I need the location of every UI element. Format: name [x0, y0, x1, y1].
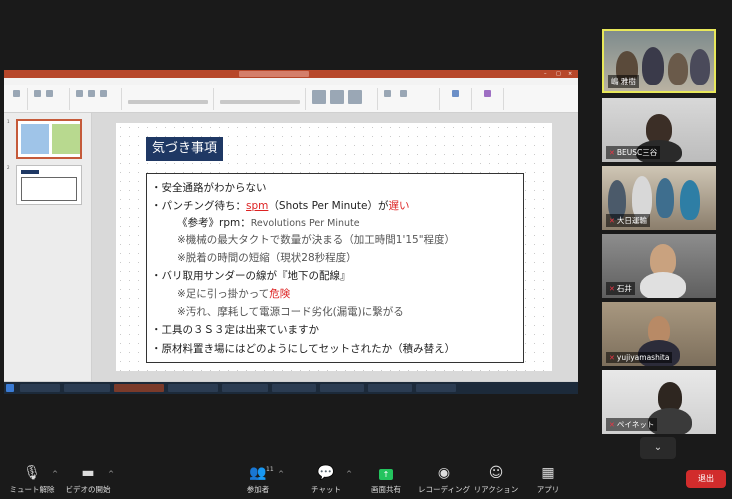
mic-muted-icon: ✕: [609, 421, 615, 429]
apps-icon: ▦: [541, 465, 555, 481]
taskbar-item[interactable]: [416, 384, 456, 392]
share-screen-icon: ↑: [379, 469, 393, 480]
ribbon-group: [30, 88, 70, 110]
ribbon: [4, 85, 578, 113]
participant-name: ✕ ペイネット: [606, 418, 658, 431]
smiley-icon: ☺: [488, 465, 504, 481]
taskbar-item[interactable]: [320, 384, 364, 392]
record-icon: ◉: [437, 465, 451, 481]
participant-name: ✕ 大日運輸: [606, 214, 650, 227]
chat-button[interactable]: 💬 チャット ^: [298, 464, 354, 495]
windows-taskbar: [4, 382, 578, 394]
slide-content-box: ・安全通路がわからない ・パンチング待ち：spm（Shots Per Minut…: [146, 173, 524, 363]
slow-highlight: 遅い: [388, 200, 410, 212]
mic-muted-icon: ✕: [609, 285, 615, 293]
record-button[interactable]: ◉ レコーディング: [416, 464, 472, 495]
ribbon-group: [380, 88, 440, 110]
spm-highlight: spm: [246, 200, 269, 212]
chevron-up-icon[interactable]: ^: [278, 470, 284, 478]
powerpoint-title-bar: – □ ×: [4, 70, 578, 78]
mic-muted-icon: ✕: [609, 354, 615, 362]
slide-line: ・安全通路がわからない: [151, 182, 267, 194]
participant-name: 嶋 雅樹: [608, 75, 639, 88]
search-box[interactable]: [239, 71, 309, 77]
participant-tile[interactable]: ✕ yujiyamashita: [602, 302, 716, 366]
chevron-down-icon[interactable]: ⌄: [640, 437, 676, 459]
participant-tile[interactable]: ✕ BEUSC三谷: [602, 98, 716, 162]
reactions-button[interactable]: ☺ リアクション: [468, 464, 524, 495]
slide: 気づき事項 ・安全通路がわからない ・パンチング待ち：spm（Shots Per…: [116, 123, 552, 371]
ribbon-group: [124, 88, 214, 110]
shared-screen: – □ × 1 2 気づき事項 ・安全通路がわからない ・パンチング待ち：spm…: [4, 70, 578, 394]
slide-line: ※足に引っ掛かって危険: [177, 288, 291, 300]
taskbar-item[interactable]: [168, 384, 218, 392]
slide-title: 気づき事項: [146, 137, 224, 161]
participant-name: ✕ yujiyamashita: [606, 352, 673, 363]
taskbar-item[interactable]: [368, 384, 412, 392]
start-video-button[interactable]: ▬ ビデオの開始 ^: [60, 464, 116, 495]
leave-button[interactable]: 退出: [686, 470, 726, 488]
participant-count: 11: [266, 466, 274, 473]
meeting-toolbar: 🎙 ミュート解除 ^ ▬ ビデオの開始 ^ 👥 11 参加者 ^ 💬 チャット …: [0, 460, 732, 499]
maximize-icon[interactable]: □: [556, 70, 561, 78]
slide-line: ・バリ取用サンダーの線が『地下の配線』: [151, 270, 351, 282]
taskbar-item[interactable]: [114, 384, 164, 392]
slide-line: ※脱着の時間の短縮（現状28秒程度）: [177, 252, 357, 264]
participant-tile[interactable]: ✕ 石井: [602, 234, 716, 298]
participant-tile[interactable]: 嶋 雅樹: [602, 29, 716, 93]
mic-muted-icon: ✕: [609, 149, 615, 157]
close-icon[interactable]: ×: [568, 70, 572, 78]
slide-line: ・工具の３Ｓ３定は出来ていますか: [151, 324, 319, 336]
participant-tile[interactable]: ✕ 大日運輸: [602, 166, 716, 230]
slide-thumbnails: 1 2: [4, 113, 92, 381]
thumb-number: 2: [7, 165, 10, 170]
slide-thumbnail-1[interactable]: [16, 119, 82, 159]
danger-highlight: 危険: [269, 288, 291, 300]
ribbon-group: [216, 88, 306, 110]
participant-name: ✕ BEUSC三谷: [606, 146, 661, 159]
chevron-up-icon[interactable]: ^: [346, 470, 352, 478]
thumb-number: 1: [7, 119, 10, 124]
ribbon-group: [474, 88, 504, 110]
slide-line: ・パンチング待ち：spm（Shots Per Minute）が遅い: [151, 200, 410, 212]
slide-line: 《参考》rpm：Revolutions Per Minute: [177, 217, 360, 229]
apps-button[interactable]: ▦ アプリ: [520, 464, 576, 495]
taskbar-item[interactable]: [20, 384, 60, 392]
mic-muted-icon: ✕: [609, 217, 615, 225]
ribbon-tabs: [4, 78, 578, 85]
taskbar-item[interactable]: [64, 384, 110, 392]
slide-thumbnail-2[interactable]: [16, 165, 82, 205]
slide-canvas: 気づき事項 ・安全通路がわからない ・パンチング待ち：spm（Shots Per…: [92, 113, 578, 381]
ribbon-group: [442, 88, 472, 110]
unmute-button[interactable]: 🎙 ミュート解除 ^: [4, 464, 60, 495]
chevron-up-icon[interactable]: ^: [52, 470, 58, 478]
chevron-up-icon[interactable]: ^: [108, 470, 114, 478]
participants-button[interactable]: 👥 11 参加者 ^: [230, 464, 286, 495]
participant-tile[interactable]: ✕ ペイネット: [602, 370, 716, 434]
slide-line: ・原材料置き場にはどのようにしてセットされたか（積み替え）: [151, 343, 456, 355]
start-icon[interactable]: [6, 384, 14, 392]
ribbon-group: [6, 88, 28, 110]
share-screen-button[interactable]: ↑ 画面共有: [358, 464, 414, 495]
slide-line: ※汚れ、摩耗して電源コード劣化(漏電)に繋がる: [177, 306, 404, 318]
ribbon-group: [308, 88, 378, 110]
taskbar-item[interactable]: [272, 384, 316, 392]
taskbar-item[interactable]: [222, 384, 268, 392]
participant-name: ✕ 石井: [606, 282, 635, 295]
ribbon-group: [72, 88, 122, 110]
slide-line: ※機械の最大タクトで数量が決まる（加工時間1'15"程度）: [177, 234, 456, 246]
minimize-icon[interactable]: –: [544, 70, 547, 78]
